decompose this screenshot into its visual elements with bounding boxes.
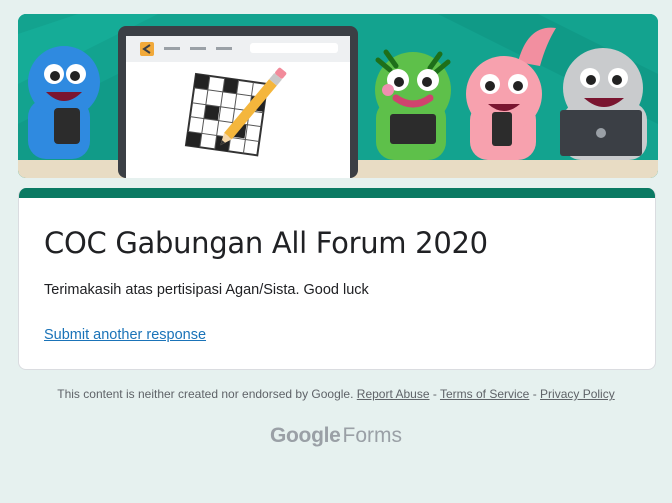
disclaimer-text: This content is neither created nor endo… — [57, 387, 354, 401]
form-confirmation-card: COC Gabungan All Forum 2020 Terimakasih … — [18, 188, 656, 370]
card-accent-bar — [19, 188, 655, 198]
crossword-icon — [184, 72, 269, 157]
banner-illustration — [18, 14, 658, 178]
google-forms-logo[interactable]: GoogleForms — [0, 424, 672, 448]
report-abuse-link[interactable]: Report Abuse — [357, 387, 430, 401]
footer-separator: - — [432, 387, 437, 401]
confirmation-message: Terimakasih atas pertisipasi Agan/Sista.… — [44, 282, 369, 298]
form-title: COC Gabungan All Forum 2020 — [44, 226, 488, 260]
form-header-banner — [18, 14, 658, 178]
footer-separator: - — [532, 387, 537, 401]
submit-another-response-link[interactable]: Submit another response — [44, 327, 206, 343]
google-forms-page: COC Gabungan All Forum 2020 Terimakasih … — [0, 0, 672, 503]
footer-disclaimer: This content is neither created nor endo… — [0, 387, 672, 401]
forms-logo-text: Forms — [342, 424, 403, 447]
grey-monster-icon — [560, 48, 647, 160]
terms-of-service-link[interactable]: Terms of Service — [440, 387, 529, 401]
green-monster-icon — [375, 49, 451, 160]
blue-monster-icon — [28, 46, 100, 159]
google-logo-text: Google — [269, 424, 341, 447]
privacy-policy-link[interactable]: Privacy Policy — [540, 387, 615, 401]
